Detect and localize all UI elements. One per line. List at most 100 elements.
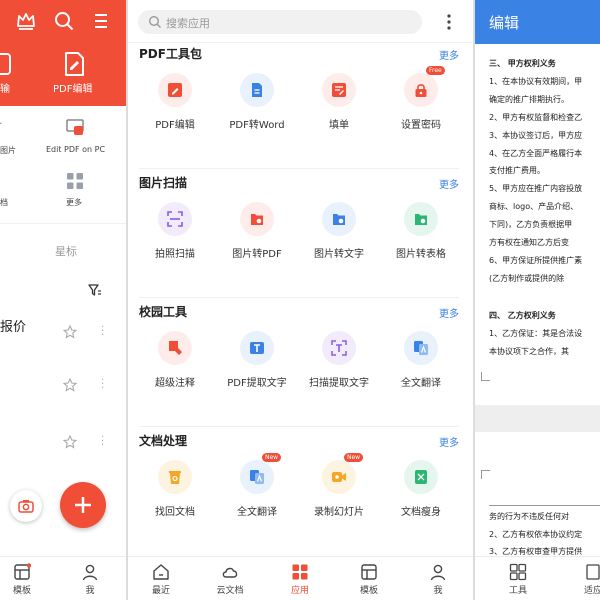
section-campus-tools: 校园工具 更多 超级注释 PDF提取文字 扫描提取文字 全文翻译	[128, 302, 473, 432]
tool-image-to-text[interactable]: 图片转文字	[298, 202, 380, 260]
more-label[interactable]: 更多	[66, 197, 82, 208]
new-badge: New	[344, 453, 364, 462]
editor-panel: 编辑 三、 甲方权利义务 1、在本协议有效期间，甲 确定的推广排期执行。 2、甲…	[475, 0, 600, 600]
search-input[interactable]: 搜索应用	[138, 10, 422, 34]
doc-line: 下同)，乙方负责根据甲	[489, 220, 573, 229]
nav-cloud-docs[interactable]: 云文档	[210, 563, 250, 596]
more-menu-icon[interactable]	[446, 12, 452, 32]
pc-pdf-icon[interactable]	[66, 118, 84, 136]
camera-icon	[18, 500, 34, 513]
apps-icon	[292, 564, 308, 580]
home-panel: 输 PDF编辑 · 图片 Edit PDF on PC 档 更多 星标	[0, 0, 126, 600]
tool-compress-document[interactable]: 文档瘦身	[380, 460, 462, 518]
pdf-edit-label[interactable]: PDF编辑	[53, 80, 92, 95]
doc-line: 3、本协议签订后，甲方应	[489, 131, 583, 140]
doc-line: 支付推广费用。	[489, 166, 545, 175]
fit-button[interactable]: 适应	[573, 563, 600, 596]
tool-super-annotate[interactable]: 超级注释	[134, 331, 216, 389]
camera-button[interactable]	[10, 490, 42, 522]
transfer-label[interactable]: 输	[0, 80, 10, 95]
apps-panel: 搜索应用 PDF工具包 更多 PDF编辑 PDF转Word 填单 Free 设置…	[128, 0, 473, 600]
image-to-text-icon	[333, 214, 345, 225]
editor-toolbar: 工具 适应	[475, 556, 600, 600]
nav-apps[interactable]: 应用	[280, 563, 320, 596]
nav-template[interactable]: 模板	[349, 563, 389, 596]
home-icon	[153, 564, 169, 580]
tool-scan-extract-text[interactable]: 扫描提取文字	[298, 331, 380, 389]
tool-pdf-to-word[interactable]: PDF转Word	[216, 73, 298, 131]
search-placeholder: 搜索应用	[166, 17, 210, 30]
star-icon[interactable]	[63, 435, 77, 449]
doc-line: 2、甲方有权监督和检查乙	[489, 113, 583, 122]
tool-recover-document[interactable]: 找回文档	[134, 460, 216, 518]
more-link[interactable]: 更多	[439, 434, 459, 449]
star-icon[interactable]	[63, 378, 77, 392]
tool-image-to-pdf[interactable]: 图片转PDF	[216, 202, 298, 260]
more-link[interactable]: 更多	[439, 305, 459, 320]
record-slides-icon	[332, 472, 346, 482]
nav-me[interactable]: 我	[418, 563, 458, 596]
home-header: 输 PDF编辑	[0, 0, 126, 106]
more-link[interactable]: 更多	[439, 176, 459, 191]
tools-icon	[509, 563, 527, 581]
edit-pdf-on-pc-label[interactable]: Edit PDF on PC	[46, 145, 105, 154]
new-badge: New	[262, 453, 282, 462]
search-icon[interactable]	[53, 10, 75, 32]
more-link[interactable]: 更多	[439, 47, 459, 62]
more-options-icon[interactable]: · · ·	[101, 376, 104, 394]
tab-starred[interactable]: 星标	[55, 243, 77, 259]
section-title: 文档处理	[139, 434, 188, 448]
doc-line: 三、 甲方权利义务	[489, 59, 556, 68]
doc-line: 务的行为不违反任何对	[489, 512, 569, 521]
section-divider	[139, 168, 459, 169]
doc-line: 四、 乙方权利义务	[489, 311, 556, 320]
tool-fill-form[interactable]: 填单	[298, 73, 380, 131]
translate-icon	[414, 341, 428, 355]
crown-icon[interactable]	[15, 10, 37, 32]
tool-pdf-edit[interactable]: PDF编辑	[134, 73, 216, 131]
template-icon	[14, 563, 31, 580]
nav-me[interactable]: 我	[70, 563, 110, 596]
file-title[interactable]: 报价	[0, 316, 26, 335]
user-icon	[430, 564, 446, 581]
more-grid-icon[interactable]	[66, 172, 84, 190]
image-to-table-icon	[415, 214, 427, 225]
nav-recent[interactable]: 最近	[141, 563, 181, 596]
tool-full-translate[interactable]: New 全文翻译	[216, 453, 298, 518]
doc-line: 确定的推广排期执行。	[489, 95, 569, 104]
image-tool-label[interactable]: 图片	[0, 145, 16, 156]
transfer-icon[interactable]	[0, 50, 16, 78]
tool-photo-scan[interactable]: 拍照扫描	[134, 202, 216, 260]
image-icon[interactable]: ·	[0, 117, 3, 130]
new-document-button[interactable]	[60, 482, 106, 528]
page-corner-mark	[481, 372, 490, 381]
image-to-pdf-icon	[251, 214, 263, 225]
editor-header: 编辑	[475, 0, 600, 44]
nav-template[interactable]: 模板	[2, 563, 42, 596]
translate-icon	[250, 470, 264, 484]
free-badge: Free	[426, 66, 445, 75]
tool-record-slides[interactable]: New 录制幻灯片	[298, 453, 380, 518]
doc-line: 6、甲方保证所提供推广素	[489, 256, 583, 265]
section-title: PDF工具包	[139, 47, 202, 61]
tool-full-translate[interactable]: 全文翻译	[380, 331, 462, 389]
fit-icon	[586, 564, 600, 580]
tool-set-password[interactable]: Free 设置密码	[380, 66, 462, 131]
more-options-icon[interactable]: · · ·	[101, 433, 104, 451]
tool-pdf-extract-text[interactable]: PDF提取文字	[216, 331, 298, 389]
doc-tool-label[interactable]: 档	[0, 197, 8, 208]
tool-image-to-table[interactable]: 图片转表格	[380, 202, 462, 260]
more-options-icon[interactable]: · · ·	[101, 323, 104, 341]
doc-line: 2、乙方有权依本协议约定	[489, 530, 583, 539]
filter-icon[interactable]	[88, 283, 102, 297]
star-icon[interactable]	[63, 325, 77, 339]
pdf-edit-icon[interactable]	[60, 50, 88, 78]
doc-line: (乙方制作或提供的除	[489, 274, 565, 283]
menu-icon[interactable]	[90, 10, 112, 32]
recover-doc-icon	[169, 471, 181, 484]
search-icon	[148, 15, 161, 28]
tools-button[interactable]: 工具	[498, 563, 538, 596]
user-icon	[82, 564, 98, 581]
section-divider	[139, 426, 459, 427]
bottom-nav: 最近 云文档 应用 模板 我	[128, 556, 473, 600]
